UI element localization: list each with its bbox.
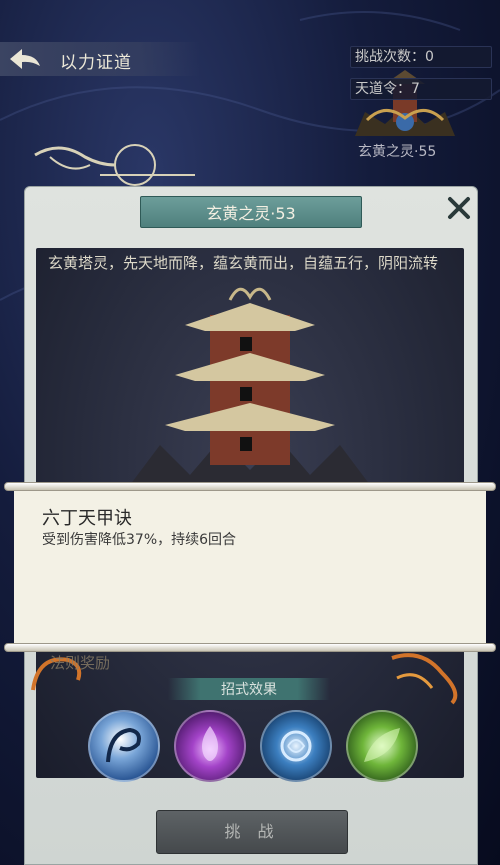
- challenge-count: 挑战次数：0: [350, 46, 492, 68]
- reward-section-label: 法则奖励: [50, 654, 111, 672]
- close-icon: [448, 197, 470, 219]
- green-leaf-skill-icon[interactable]: [346, 710, 418, 782]
- back-arrow-icon: [10, 49, 40, 69]
- next-level-name: 玄黄之灵·55: [358, 144, 437, 160]
- page-title: 以力证道: [60, 53, 132, 73]
- dragon-ornament-right: [391, 653, 458, 705]
- dragon-skill-icon[interactable]: [88, 710, 160, 782]
- leaf-icon: [364, 728, 400, 762]
- tooltip-scroll-rod-top: [4, 482, 496, 491]
- skill-description: 受到伤害降低37%，持续6回合: [42, 532, 237, 548]
- purple-flame-skill-icon[interactable]: [174, 710, 246, 782]
- boss-description: 玄黄塔灵，先天地而降，蕴玄黄而出，自蕴五行，阴阳流转: [48, 254, 439, 272]
- back-button[interactable]: [6, 46, 46, 72]
- pagoda-boss-image: [130, 287, 370, 485]
- skill-name: 六丁天甲诀: [42, 508, 132, 529]
- panel-title: 玄黄之灵·53: [206, 204, 296, 223]
- effect-section-label: 招式效果: [221, 682, 277, 698]
- challenge-button[interactable]: 挑 战: [156, 810, 348, 854]
- rune-icon: [280, 730, 312, 762]
- flame-icon: [202, 726, 218, 761]
- close-button[interactable]: [444, 193, 474, 223]
- next-level-tower-icon: [355, 70, 455, 136]
- tiandao-token-count: 天道令：7: [350, 78, 492, 100]
- blue-rune-skill-icon[interactable]: [260, 710, 332, 782]
- crane-icon: [34, 144, 195, 186]
- dragon-icon: [106, 727, 141, 763]
